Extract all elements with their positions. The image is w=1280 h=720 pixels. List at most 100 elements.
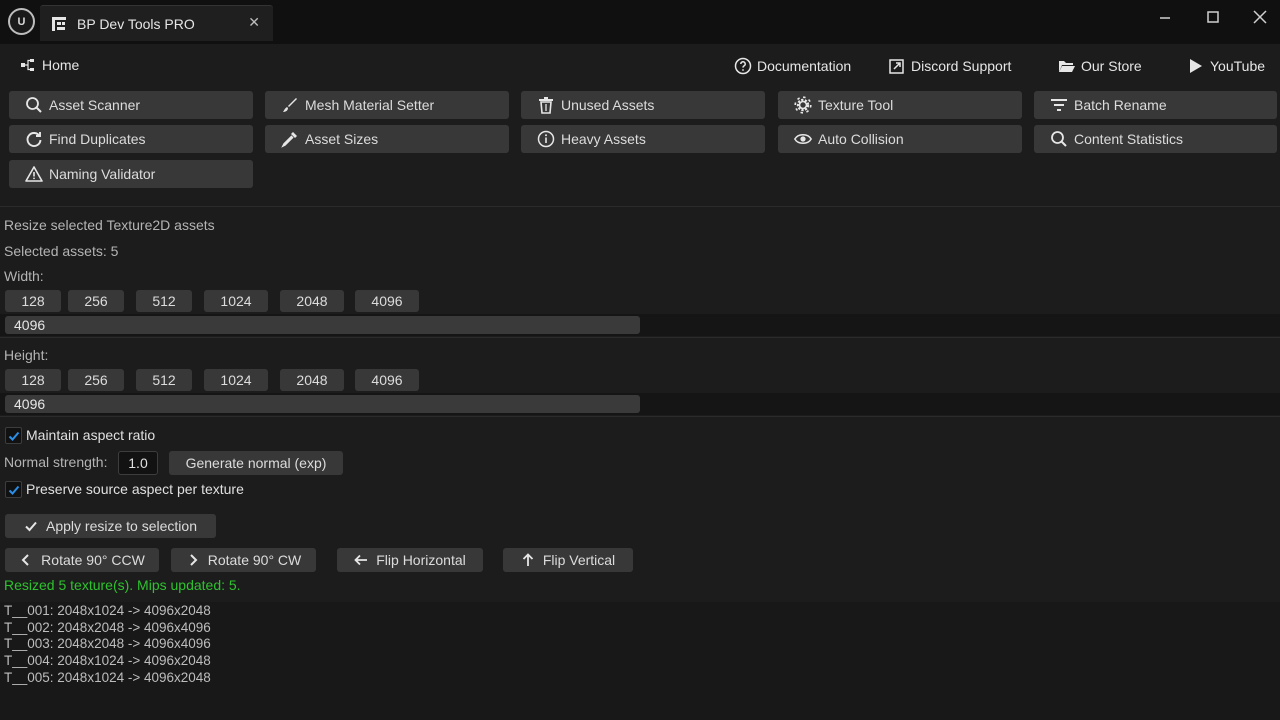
- log-line: T__005: 2048x1024 -> 4096x2048: [4, 669, 211, 685]
- width-divider: [0, 337, 1280, 338]
- asset-scanner-button[interactable]: Asset Scanner: [9, 91, 253, 119]
- maintain-aspect-label: Maintain aspect ratio: [26, 427, 156, 443]
- asset-sizes-button[interactable]: Asset Sizes: [265, 125, 509, 153]
- content-statistics-label: Content Statistics: [1074, 131, 1183, 147]
- tab-close-icon[interactable]: ✕: [248, 14, 260, 31]
- heavy-assets-label: Heavy Assets: [561, 131, 646, 147]
- height-preset-512[interactable]: 512: [136, 369, 192, 391]
- selected-assets-count: Selected assets: 5: [4, 243, 119, 259]
- find-duplicates-button[interactable]: Find Duplicates: [9, 125, 253, 153]
- tab-bp-dev-tools[interactable]: BP Dev Tools PRO ✕: [40, 5, 273, 41]
- checkmark-icon: [25, 521, 37, 532]
- preserve-aspect-checkbox[interactable]: [5, 481, 22, 498]
- height-preset-128[interactable]: 128: [5, 369, 61, 391]
- width-preset-512[interactable]: 512: [136, 290, 192, 312]
- normal-strength-input[interactable]: 1.0: [118, 451, 158, 475]
- title-bar: U BP Dev Tools PRO ✕: [0, 0, 1280, 44]
- checkmark-icon: [8, 431, 19, 441]
- documentation-label: Documentation: [757, 58, 852, 74]
- auto-collision-label: Auto Collision: [818, 131, 904, 147]
- batch-rename-button[interactable]: Batch Rename: [1034, 91, 1277, 119]
- width-preset-1024[interactable]: 1024: [204, 290, 268, 312]
- home-button[interactable]: Home: [20, 57, 79, 73]
- width-field-row: 4096: [0, 314, 1280, 336]
- asset-scanner-label: Asset Scanner: [49, 97, 141, 113]
- mesh-material-setter-button[interactable]: Mesh Material Setter: [265, 91, 509, 119]
- width-preset-256[interactable]: 256: [68, 290, 124, 312]
- filter-icon: [1051, 99, 1067, 111]
- flip-vertical-label: Flip Vertical: [542, 552, 616, 568]
- top-toolbar: Home Documentation Discord Support Our S…: [0, 44, 1280, 88]
- naming-validator-button[interactable]: Naming Validator: [9, 160, 253, 188]
- chevron-left-icon: [21, 554, 29, 566]
- checkmark-icon: [8, 485, 19, 495]
- minimize-icon[interactable]: [1153, 6, 1177, 30]
- texture-tool-label: Texture Tool: [818, 97, 894, 113]
- apply-resize-button[interactable]: Apply resize to selection: [5, 514, 216, 538]
- info-icon: [537, 130, 555, 148]
- chevron-right-icon: [190, 554, 198, 566]
- result-log: T__001: 2048x1024 -> 4096x2048 T__002: 2…: [0, 602, 1280, 720]
- height-preset-4096[interactable]: 4096: [355, 369, 419, 391]
- maximize-icon[interactable]: [1201, 6, 1225, 30]
- width-preset-4096[interactable]: 4096: [355, 290, 419, 312]
- height-label: Height:: [4, 347, 49, 363]
- eyedropper-icon: [281, 132, 297, 148]
- log-line: T__004: 2048x1024 -> 4096x2048: [4, 653, 211, 669]
- youtube-link[interactable]: YouTube: [1187, 57, 1265, 75]
- height-preset-1024[interactable]: 1024: [204, 369, 268, 391]
- play-icon: [1190, 59, 1202, 73]
- heavy-assets-button[interactable]: Heavy Assets: [521, 125, 765, 153]
- section-divider: [0, 206, 1280, 207]
- rotate-cw-button[interactable]: Rotate 90° CW: [171, 548, 316, 572]
- log-line: T__001: 2048x1024 -> 4096x2048: [4, 603, 211, 618]
- rotate-cw-label: Rotate 90° CW: [207, 552, 302, 568]
- tab-title: BP Dev Tools PRO: [77, 15, 195, 32]
- flip-horizontal-label: Flip Horizontal: [376, 552, 466, 568]
- our-store-link[interactable]: Our Store: [1058, 57, 1142, 75]
- normal-strength-label: Normal strength:: [4, 454, 108, 470]
- arrow-up-icon: [522, 553, 533, 566]
- height-preset-256[interactable]: 256: [68, 369, 124, 391]
- texture-tool-button[interactable]: Texture Tool: [778, 91, 1022, 119]
- arrow-left-icon: [354, 554, 368, 566]
- width-preset-128[interactable]: 128: [5, 290, 61, 312]
- height-input[interactable]: 4096: [5, 395, 640, 413]
- folder-open-icon: [1059, 61, 1075, 72]
- external-link-icon: [889, 59, 904, 74]
- apply-resize-label: Apply resize to selection: [46, 518, 197, 534]
- discord-support-link[interactable]: Discord Support: [888, 57, 1011, 75]
- flip-horizontal-button[interactable]: Flip Horizontal: [337, 548, 483, 572]
- height-divider: [0, 416, 1280, 417]
- gear-icon: [794, 96, 812, 114]
- log-line: T__002: 2048x2048 -> 4096x4096: [4, 619, 211, 635]
- documentation-link[interactable]: Documentation: [734, 57, 851, 75]
- content-statistics-button[interactable]: Content Statistics: [1034, 125, 1277, 153]
- rotate-ccw-button[interactable]: Rotate 90° CCW: [5, 548, 159, 572]
- our-store-label: Our Store: [1081, 58, 1142, 74]
- mesh-material-setter-label: Mesh Material Setter: [305, 97, 435, 113]
- flip-vertical-button[interactable]: Flip Vertical: [503, 548, 633, 572]
- refresh-icon: [26, 132, 42, 147]
- resize-heading: Resize selected Texture2D assets: [4, 217, 215, 233]
- unreal-logo-icon: U: [8, 8, 35, 35]
- unused-assets-button[interactable]: Unused Assets: [521, 91, 765, 119]
- brush-icon: [283, 98, 297, 112]
- width-preset-2048[interactable]: 2048: [280, 290, 344, 312]
- eye-icon: [794, 133, 812, 145]
- trash-icon: [539, 97, 553, 114]
- rotate-ccw-label: Rotate 90° CCW: [41, 552, 145, 568]
- generate-normal-button[interactable]: Generate normal (exp): [169, 451, 343, 475]
- auto-collision-button[interactable]: Auto Collision: [778, 125, 1022, 153]
- search-icon: [26, 97, 42, 113]
- height-preset-2048[interactable]: 2048: [280, 369, 344, 391]
- warning-icon: [25, 166, 43, 182]
- find-duplicates-label: Find Duplicates: [49, 131, 146, 147]
- status-message: Resized 5 texture(s). Mips updated: 5.: [4, 577, 241, 593]
- width-input[interactable]: 4096: [5, 316, 640, 334]
- window-close-icon[interactable]: [1248, 6, 1272, 30]
- height-field-row: 4096: [0, 393, 1280, 415]
- batch-rename-label: Batch Rename: [1074, 97, 1167, 113]
- tool-tab-icon: [52, 16, 66, 31]
- maintain-aspect-checkbox[interactable]: [5, 427, 22, 444]
